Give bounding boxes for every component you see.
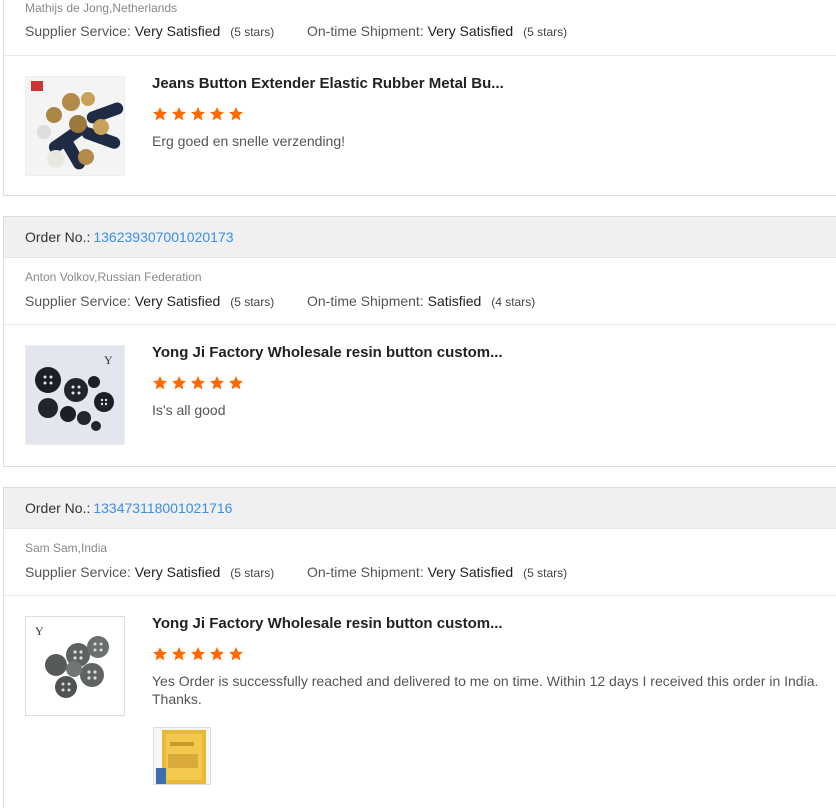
supplier-service-value: Very Satisfied xyxy=(134,293,221,309)
supplier-service-value: Very Satisfied xyxy=(134,564,221,580)
ratings-row: Supplier Service: Very Satisfied (5 star… xyxy=(25,293,535,309)
ontime-shipment-stars: (5 stars) xyxy=(523,566,568,580)
order-header: Order No.: 133473118001021716 xyxy=(4,488,836,529)
supplier-service-stars: (5 stars) xyxy=(230,25,275,39)
review-card: Order No.: 133473118001021716 Sam Sam,In… xyxy=(3,487,836,808)
star-rating xyxy=(152,646,244,662)
product-thumbnail[interactable] xyxy=(25,76,125,176)
order-number-link[interactable]: 133473118001021716 xyxy=(93,500,232,516)
ontime-shipment-label: On-time Shipment: xyxy=(307,23,424,39)
supplier-service-label: Supplier Service: xyxy=(25,564,131,580)
star-icon xyxy=(172,376,186,390)
star-icon xyxy=(153,107,167,121)
black-buttons-image: Y xyxy=(26,346,124,444)
supplier-service-value: Very Satisfied xyxy=(134,23,221,39)
product-thumbnail[interactable]: Y xyxy=(25,616,125,716)
order-no-label: Order No.: xyxy=(25,500,91,516)
review-body: Jeans Button Extender Elastic Rubber Met… xyxy=(4,56,836,196)
shipment-group: On-time Shipment: Satisfied (4 stars) xyxy=(307,293,535,309)
star-icon xyxy=(229,647,243,661)
star-icon xyxy=(210,376,224,390)
star-icon xyxy=(191,376,205,390)
ontime-shipment-value: Very Satisfied xyxy=(427,564,514,580)
star-icon xyxy=(153,376,167,390)
package-photo xyxy=(154,728,210,784)
buyer-info: Mathijs de Jong,Netherlands Supplier Ser… xyxy=(4,0,836,56)
ontime-shipment-label: On-time Shipment: xyxy=(307,564,424,580)
ratings-row: Supplier Service: Very Satisfied (5 star… xyxy=(25,564,567,580)
star-icon xyxy=(172,107,186,121)
star-rating xyxy=(152,106,244,122)
supplier-service-stars: (5 stars) xyxy=(230,566,275,580)
ratings-row: Supplier Service: Very Satisfied (5 star… xyxy=(25,23,567,39)
ontime-shipment-value: Very Satisfied xyxy=(427,23,514,39)
order-header: Order No.: 136239307001020173 xyxy=(4,217,836,258)
svg-text:Y: Y xyxy=(35,624,44,638)
product-title-link[interactable]: Jeans Button Extender Elastic Rubber Met… xyxy=(152,75,504,92)
buyer-name: Sam Sam,India xyxy=(25,541,108,555)
review-card: Order No.: 136239307001020173 Anton Volk… xyxy=(3,216,836,467)
product-title-link[interactable]: Yong Ji Factory Wholesale resin button c… xyxy=(152,344,503,361)
review-card: Mathijs de Jong,Netherlands Supplier Ser… xyxy=(3,0,836,196)
shipment-group: On-time Shipment: Very Satisfied (5 star… xyxy=(307,564,567,580)
ontime-shipment-stars: (4 stars) xyxy=(491,295,536,309)
review-comment: Erg goed en snelle verzending! xyxy=(152,133,346,149)
supplier-service-stars: (5 stars) xyxy=(230,295,275,309)
ontime-shipment-stars: (5 stars) xyxy=(523,25,568,39)
ontime-shipment-label: On-time Shipment: xyxy=(307,293,424,309)
supplier-service-label: Supplier Service: xyxy=(25,293,131,309)
star-icon xyxy=(210,647,224,661)
order-number-link[interactable]: 136239307001020173 xyxy=(93,229,233,245)
buyer-info: Anton Volkov,Russian Federation Supplier… xyxy=(4,258,836,325)
order-no-label: Order No.: xyxy=(25,229,91,245)
star-rating xyxy=(152,375,244,391)
review-body: Y Yong Ji Factory Wholesale resin button… xyxy=(4,596,836,808)
star-icon xyxy=(191,107,205,121)
grey-buttons-image: Y xyxy=(26,617,124,715)
star-icon xyxy=(210,107,224,121)
star-icon xyxy=(172,647,186,661)
buyer-name: Mathijs de Jong,Netherlands xyxy=(25,1,178,15)
star-icon xyxy=(191,647,205,661)
review-comment: Is's all good xyxy=(152,402,226,418)
supplier-service-label: Supplier Service: xyxy=(25,23,131,39)
star-icon xyxy=(229,107,243,121)
star-icon xyxy=(153,647,167,661)
shipment-group: On-time Shipment: Very Satisfied (5 star… xyxy=(307,23,567,39)
product-title-link[interactable]: Yong Ji Factory Wholesale resin button c… xyxy=(152,615,503,632)
svg-text:Y: Y xyxy=(104,353,113,367)
review-comment: Yes Order is successfully reached and de… xyxy=(152,673,819,707)
buyer-name: Anton Volkov,Russian Federation xyxy=(25,270,202,284)
product-thumbnail[interactable]: Y xyxy=(25,345,125,445)
ontime-shipment-value: Satisfied xyxy=(427,293,482,309)
star-icon xyxy=(229,376,243,390)
buyer-info: Sam Sam,India Supplier Service: Very Sat… xyxy=(4,529,836,596)
review-photo[interactable] xyxy=(153,727,211,785)
jeans-buttons-image xyxy=(26,77,124,175)
review-body: Y Yong Ji Factory Wholesale resin button… xyxy=(4,325,836,466)
